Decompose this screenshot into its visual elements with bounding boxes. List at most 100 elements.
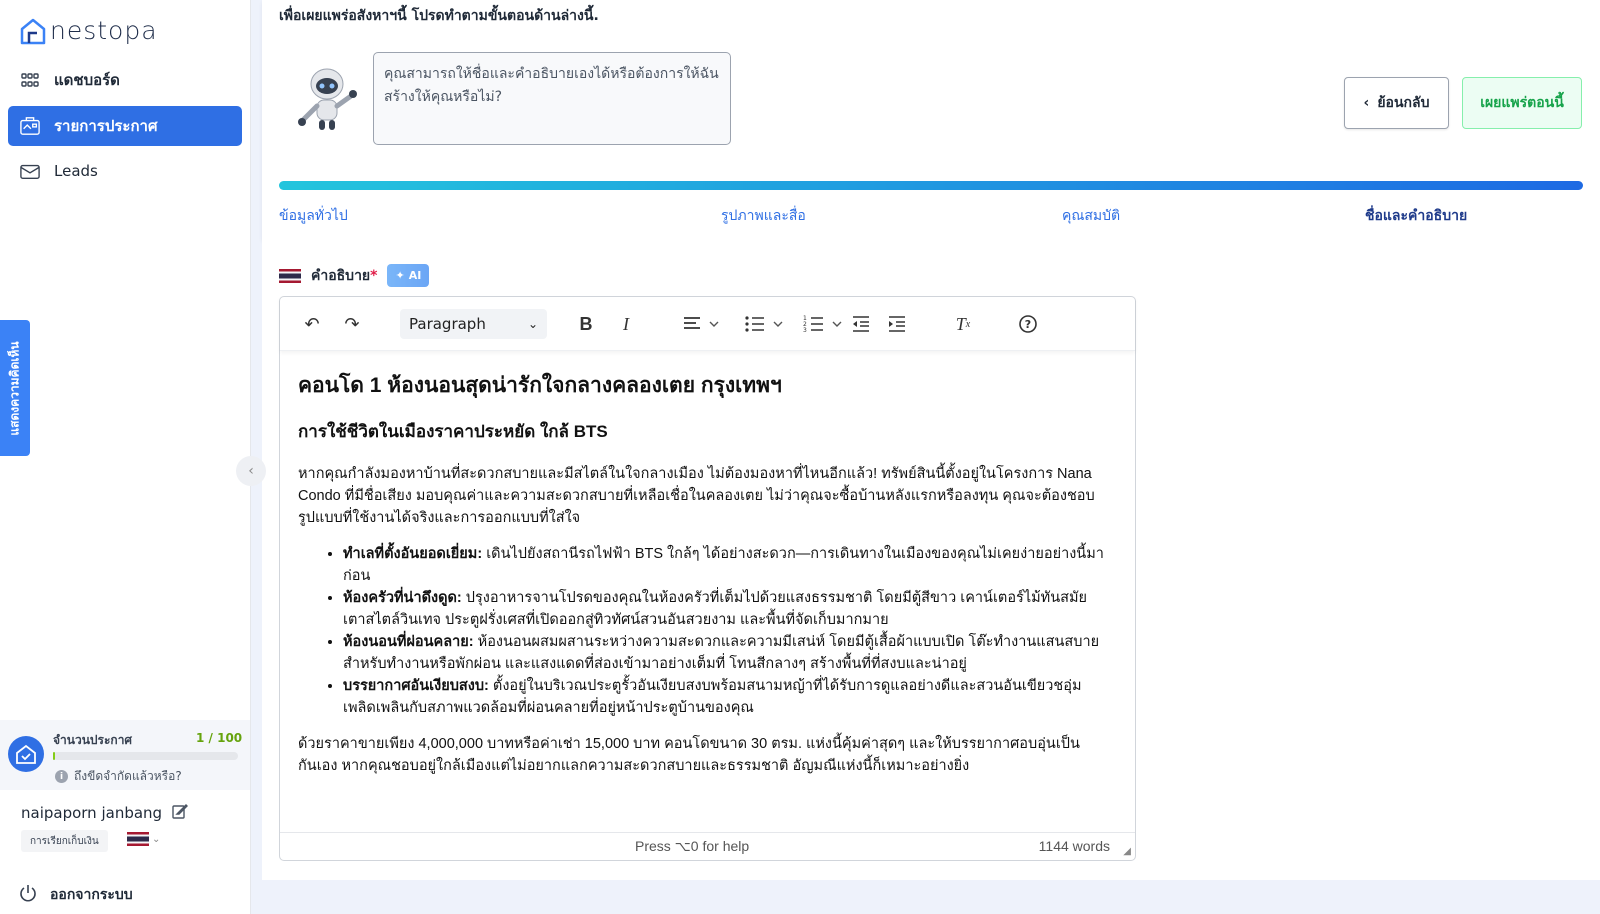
step-photos-media[interactable]: รูปภาพและสื่อ bbox=[721, 205, 806, 227]
step-label: ชื่อและคำอธิบาย bbox=[1365, 208, 1468, 224]
editor-toolbar: ↶ ↷ Paragraph ⌄ B I 123 Tx ? bbox=[280, 297, 1135, 351]
numbered-list-dropdown[interactable]: 123 bbox=[802, 309, 848, 339]
publish-label: เผยแพร่ตอนนี้ bbox=[1480, 95, 1564, 111]
grid-icon bbox=[20, 70, 40, 90]
thai-flag-icon bbox=[127, 832, 149, 846]
list-item: ห้องนอนที่ผ่อนคลาย: ห้องนอนผสมผสานระหว่า… bbox=[343, 631, 1110, 675]
outdent-icon[interactable] bbox=[848, 309, 874, 339]
sidebar-item-label: แดชบอร์ด bbox=[54, 71, 120, 89]
brand-name: nestopa bbox=[50, 16, 158, 45]
doc-feature-list: ทำเลที่ตั้งอันยอดเยี่ยม: เดินไปยังสถานีร… bbox=[343, 543, 1110, 719]
billing-button[interactable]: การเรียกเก็บเงิน bbox=[21, 830, 108, 852]
quota-progress-fill bbox=[53, 752, 55, 760]
feedback-tab[interactable]: แสดงความคิดเห็น bbox=[0, 320, 30, 456]
description-field-label: คำอธิบาย* ✦ AI bbox=[279, 264, 430, 287]
list-item-title: ห้องนอนที่ผ่อนคลาย: bbox=[343, 634, 474, 650]
house-check-icon bbox=[8, 736, 44, 772]
back-button[interactable]: ‹ ย้อนกลับ bbox=[1344, 77, 1449, 129]
language-select[interactable]: ⌄ bbox=[127, 832, 160, 846]
rich-text-editor[interactable]: ↶ ↷ Paragraph ⌄ B I 123 Tx ? คอนโด 1 ห้อ… bbox=[279, 296, 1136, 861]
logout-button[interactable]: ออกจากระบบ bbox=[19, 884, 133, 906]
doc-closing-paragraph: ด้วยราคาขายเพียง 4,000,000 บาทหรือค่าเช่… bbox=[298, 736, 1080, 774]
svg-text:3: 3 bbox=[803, 327, 807, 333]
list-item: บรรยากาศอันเงียบสงบ: ตั้งอยู่ในบริเวณประ… bbox=[343, 675, 1110, 719]
editor-content[interactable]: คอนโด 1 ห้องนอนสุดน่ารักใจกลางคลองเตย กร… bbox=[298, 369, 1110, 791]
step-label: ข้อมูลทั่วไป bbox=[279, 208, 348, 224]
quota-help-text: ถึงขีดจำกัดแล้วหรือ? bbox=[74, 769, 182, 783]
clear-formatting-icon[interactable]: Tx bbox=[950, 309, 976, 339]
logout-label: ออกจากระบบ bbox=[50, 887, 133, 903]
doc-subheading: การใช้ชีวิตในเมืองราคาประหยัด ใกล้ BTS bbox=[298, 422, 608, 441]
undo-icon[interactable]: ↶ bbox=[298, 309, 326, 339]
list-item: ทำเลที่ตั้งอันยอดเยี่ยม: เดินไปยังสถานีร… bbox=[343, 543, 1110, 587]
editor-statusbar: Press ⌥0 for help 1144 words ◢ bbox=[280, 832, 1135, 860]
quota-progress-bar bbox=[53, 752, 238, 760]
list-item: ห้องครัวที่น่าดึงดูด: ปรุงอาหารจานโปรดขอ… bbox=[343, 587, 1110, 631]
info-icon: i bbox=[55, 770, 68, 783]
align-left-icon bbox=[684, 317, 719, 329]
brand-logo[interactable]: nestopa bbox=[20, 16, 158, 45]
listing-icon bbox=[20, 116, 40, 136]
sidebar-item-label: รายการประกาศ bbox=[54, 117, 158, 135]
resize-handle-icon[interactable]: ◢ bbox=[1123, 846, 1131, 857]
step-label: คุณสมบัติ bbox=[1062, 208, 1121, 224]
sidebar: nestopa แดชบอร์ด รายการประกาศ Leads แสดง… bbox=[0, 0, 251, 914]
help-icon[interactable]: ? bbox=[1015, 309, 1041, 339]
required-mark: * bbox=[370, 267, 378, 284]
chevron-down-icon: ⌄ bbox=[527, 317, 538, 331]
doc-intro-paragraph: หากคุณกำลังมองหาบ้านที่สะดวกสบายและมีสไต… bbox=[298, 466, 1095, 526]
bullet-list-dropdown[interactable] bbox=[743, 309, 789, 339]
align-dropdown[interactable] bbox=[680, 309, 724, 339]
edit-icon[interactable] bbox=[172, 803, 189, 823]
status-help-text: Press ⌥0 for help bbox=[635, 838, 750, 854]
indent-icon[interactable] bbox=[884, 309, 910, 339]
sidebar-item-leads[interactable]: Leads bbox=[8, 151, 242, 191]
assistant-message: คุณสามารถให้ชื่อและคำอธิบายเองได้หรือต้อ… bbox=[373, 52, 731, 145]
sidebar-item-dashboard[interactable]: แดชบอร์ด bbox=[8, 60, 242, 100]
user-profile: naipaporn janbang bbox=[21, 803, 189, 823]
list-item-title: ทำเลที่ตั้งอันยอดเยี่ยม: bbox=[343, 546, 483, 562]
quota-label: จำนวนประกาศ bbox=[53, 733, 133, 747]
list-item-title: บรรยากาศอันเงียบสงบ: bbox=[343, 678, 489, 694]
billing-label: การเรียกเก็บเงิน bbox=[30, 835, 99, 847]
listing-quota: จำนวนประกาศ 1 / 100 i ถึงขีดจำกัดแล้วหรื… bbox=[0, 720, 250, 790]
description-label: คำอธิบาย bbox=[311, 267, 371, 284]
paragraph-style-select[interactable]: Paragraph ⌄ bbox=[400, 309, 547, 339]
list-item-title: ห้องครัวที่น่าดึงดูด: bbox=[343, 590, 462, 606]
sparkle-icon: ✦ bbox=[395, 269, 405, 282]
intro-text: เพื่อเผยแพร่อสังหาฯนี้ โปรดทำตามขั้นตอนด… bbox=[279, 8, 599, 24]
thai-flag-icon bbox=[279, 268, 301, 283]
mail-icon bbox=[20, 161, 40, 181]
ai-label: AI bbox=[408, 269, 422, 282]
doc-heading: คอนโด 1 ห้องนอนสุดน่ารักใจกลางคลองเตย กร… bbox=[298, 374, 782, 397]
ai-generate-button[interactable]: ✦ AI bbox=[387, 264, 430, 287]
back-label: ย้อนกลับ bbox=[1377, 95, 1430, 111]
chevron-left-icon: ‹ bbox=[1363, 95, 1370, 111]
step-features[interactable]: คุณสมบัติ bbox=[1062, 205, 1120, 227]
sidebar-item-listings[interactable]: รายการประกาศ bbox=[8, 106, 242, 146]
quota-count: 1 / 100 bbox=[196, 731, 243, 745]
sidebar-item-label: Leads bbox=[54, 162, 98, 180]
collapse-sidebar-button[interactable]: ‹ bbox=[236, 456, 266, 486]
word-count: 1144 words bbox=[1038, 838, 1110, 854]
chevron-down-icon: ⌄ bbox=[152, 833, 161, 845]
house-logo-icon bbox=[20, 18, 46, 44]
step-progress-bar bbox=[279, 181, 1583, 190]
step-title-description[interactable]: ชื่อและคำอธิบาย bbox=[1365, 205, 1467, 227]
robot-assistant-icon bbox=[297, 64, 363, 132]
power-icon bbox=[19, 884, 37, 906]
bold-icon[interactable]: B bbox=[573, 309, 599, 339]
svg-text:?: ? bbox=[1025, 318, 1031, 331]
user-name: naipaporn janbang bbox=[21, 804, 163, 822]
feedback-label: แสดงความคิดเห็น bbox=[7, 340, 22, 436]
chevron-left-icon: ‹ bbox=[248, 463, 254, 479]
bullet-list-icon bbox=[745, 316, 783, 332]
quota-help-link[interactable]: i ถึงขีดจำกัดแล้วหรือ? bbox=[55, 767, 182, 786]
step-label: รูปภาพและสื่อ bbox=[721, 208, 806, 224]
redo-icon[interactable]: ↷ bbox=[338, 309, 366, 339]
step-general-info[interactable]: ข้อมูลทั่วไป bbox=[279, 205, 348, 227]
paragraph-style-value: Paragraph bbox=[409, 315, 486, 333]
publish-now-button[interactable]: เผยแพร่ตอนนี้ bbox=[1462, 77, 1582, 129]
numbered-list-icon: 123 bbox=[803, 315, 842, 333]
italic-icon[interactable]: I bbox=[613, 309, 639, 339]
